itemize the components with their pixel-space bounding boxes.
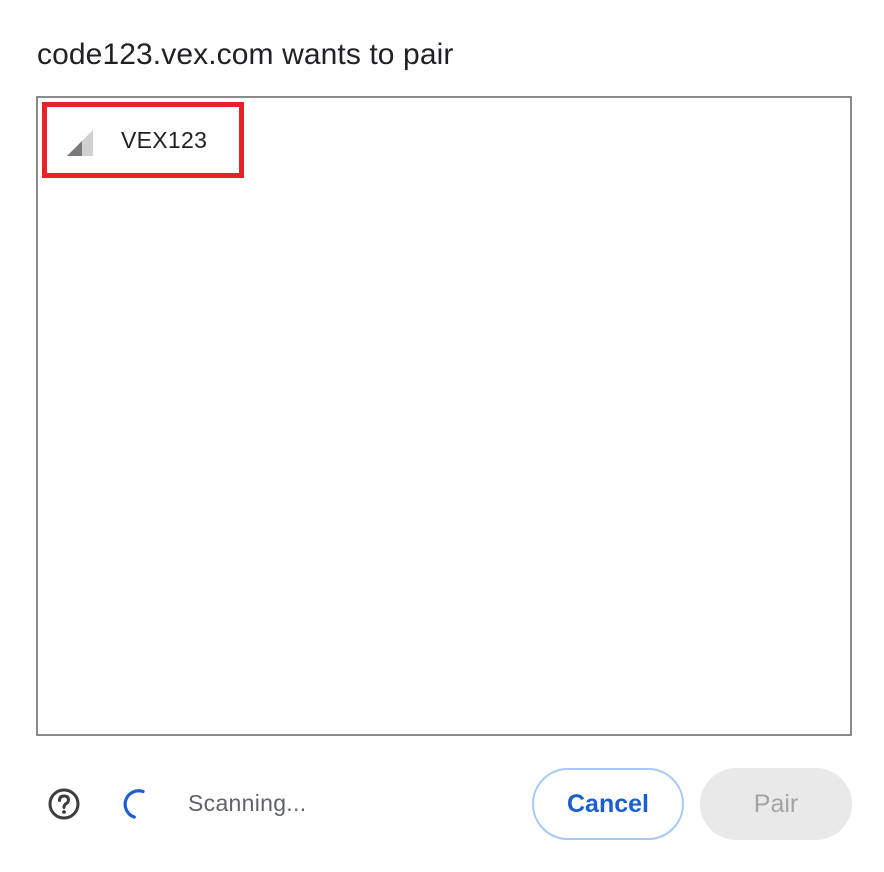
loading-spinner-icon (121, 787, 155, 821)
signal-strength-icon (67, 130, 93, 156)
device-name: VEX123 (121, 127, 208, 153)
cancel-button[interactable]: Cancel (532, 768, 684, 840)
pair-button: Pair (700, 768, 852, 840)
dialog-footer: Scanning... Cancel Pair (0, 766, 884, 842)
pairing-dialog: code123.vex.com wants to pair VEX123 Sca… (0, 0, 884, 872)
scanning-status: Scanning... (188, 790, 307, 816)
device-list[interactable]: VEX123 (36, 96, 852, 736)
dialog-title: code123.vex.com wants to pair (37, 38, 454, 71)
help-icon[interactable] (47, 787, 81, 821)
device-item-vex123[interactable]: VEX123 (42, 102, 244, 178)
